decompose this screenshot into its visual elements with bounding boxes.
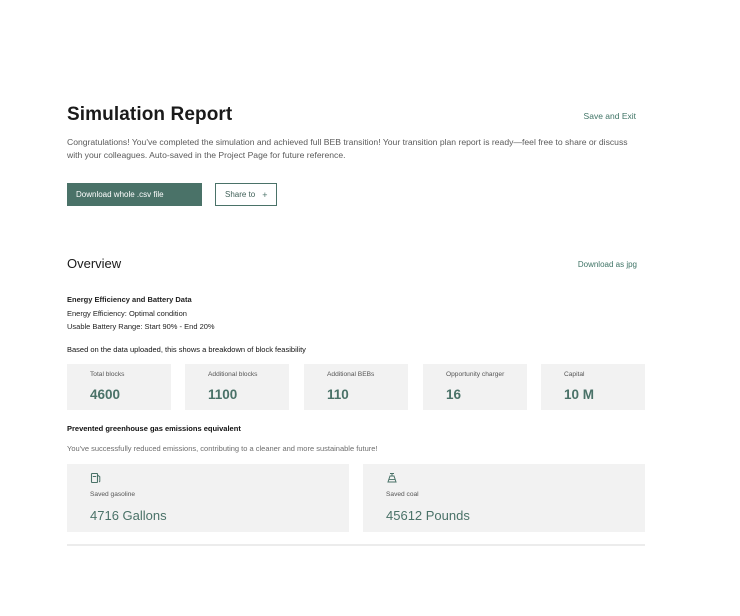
gas-pump-icon [90, 472, 101, 484]
overview-header: Overview Download as jpg [67, 256, 645, 274]
stat-value: 10 M [564, 387, 595, 402]
saved-gasoline-card: Saved gasoline 4716 Gallons [67, 464, 349, 532]
plus-icon: + [262, 189, 268, 200]
energy-efficiency-text: Energy Efficiency: Optimal condition [67, 308, 187, 318]
download-jpg-link[interactable]: Download as jpg [578, 260, 637, 269]
stat-card-total-blocks: Total blocks 4600 [67, 364, 171, 410]
saved-coal-card: Saved coal 45612 Pounds [363, 464, 645, 532]
saved-label: Saved gasoline [90, 491, 136, 498]
stat-value: 110 [327, 387, 349, 402]
stat-label: Additional blocks [208, 371, 258, 378]
stat-label: Opportunity charger [446, 371, 505, 378]
download-csv-label: Download whole .csv file [76, 190, 164, 199]
energy-heading: Energy Efficiency and Battery Data [67, 295, 192, 304]
download-csv-button[interactable]: Download whole .csv file [67, 183, 202, 206]
bottom-divider [67, 544, 645, 546]
stats-row: Total blocks 4600 Additional blocks 1100… [67, 364, 645, 410]
emissions-subtitle: You've successfully reduced emissions, c… [67, 444, 378, 453]
emissions-cards: Saved gasoline 4716 Gallons Saved coal 4… [67, 464, 645, 532]
emissions-title: Prevented greenhouse gas emissions equiv… [67, 424, 241, 433]
save-and-exit-link[interactable]: Save and Exit [584, 111, 636, 121]
report-header: Simulation Report Save and Exit [67, 104, 645, 130]
coal-icon [387, 473, 397, 483]
share-to-label: Share to [225, 190, 256, 199]
stat-label: Additional BEBs [327, 371, 375, 378]
saved-value: 4716 Gallons [90, 508, 167, 523]
saved-label: Saved coal [386, 491, 419, 498]
stat-card-additional-bebs: Additional BEBs 110 [304, 364, 408, 410]
page-title: Simulation Report [67, 104, 233, 125]
stat-value: 16 [446, 387, 462, 402]
stat-value: 4600 [90, 387, 121, 402]
saved-value: 45612 Pounds [386, 508, 470, 523]
stat-card-capital: Capital 10 M [541, 364, 645, 410]
stat-card-opportunity-charger: Opportunity charger 16 [423, 364, 527, 410]
stat-label: Capital [564, 371, 585, 378]
overview-title: Overview [67, 256, 122, 271]
stat-card-additional-blocks: Additional blocks 1100 [185, 364, 289, 410]
battery-range-text: Usable Battery Range: Start 90% - End 20… [67, 322, 215, 331]
stat-label: Total blocks [90, 371, 125, 378]
intro-text: Congratulations! You've completed the si… [67, 137, 628, 160]
energy-battery-data: Energy Efficiency and Battery Data Energ… [67, 293, 215, 334]
stat-value: 1100 [208, 387, 238, 402]
breakdown-label: Based on the data uploaded, this shows a… [67, 345, 306, 354]
share-to-button[interactable]: Share to + [215, 183, 277, 206]
